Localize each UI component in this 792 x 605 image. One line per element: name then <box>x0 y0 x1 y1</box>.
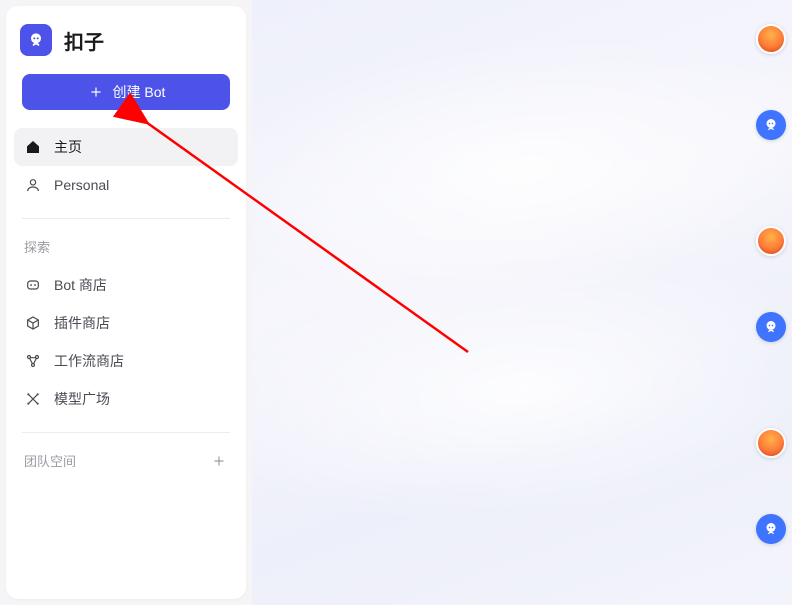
brand: 扣子 <box>14 18 238 74</box>
nav-item-label: 插件商店 <box>54 313 110 333</box>
right-dock <box>756 24 786 544</box>
model-plaza-icon <box>24 390 42 408</box>
dock-avatar-bot[interactable] <box>756 110 786 140</box>
nav-item-label: 主页 <box>54 137 82 157</box>
workflow-store-icon <box>24 352 42 370</box>
nav-primary: 主页 Personal <box>14 128 238 204</box>
plugin-store-icon <box>24 314 42 332</box>
dock-avatar-balloon[interactable] <box>756 428 786 458</box>
nav-item-plugin-store[interactable]: 插件商店 <box>14 304 238 342</box>
create-bot-label: 创建 Bot <box>113 82 166 102</box>
bot-store-icon <box>24 276 42 294</box>
create-bot-button[interactable]: 创建 Bot <box>22 74 230 110</box>
dock-avatar-balloon[interactable] <box>756 226 786 256</box>
team-space-row: 团队空间 <box>14 447 238 474</box>
sidebar: 扣子 创建 Bot 主页 Personal 探索 <box>6 6 246 599</box>
brand-name: 扣子 <box>64 26 104 55</box>
nav-item-label: 工作流商店 <box>54 351 124 371</box>
dock-avatar-balloon[interactable] <box>756 24 786 54</box>
plus-icon <box>87 83 105 101</box>
nav-item-personal[interactable]: Personal <box>14 166 238 204</box>
dock-avatar-bot[interactable] <box>756 312 786 342</box>
nav-item-model-plaza[interactable]: 模型广场 <box>14 380 238 418</box>
nav-item-label: Bot 商店 <box>54 275 107 295</box>
main-canvas <box>252 0 792 605</box>
brand-logo-icon <box>20 24 52 56</box>
nav-explore: Bot 商店 插件商店 工作流商店 模型广场 <box>14 266 238 418</box>
dock-avatar-bot[interactable] <box>756 514 786 544</box>
nav-item-label: Personal <box>54 177 109 193</box>
add-team-space-button[interactable] <box>210 452 228 470</box>
explore-section-title: 探索 <box>14 233 238 266</box>
divider <box>22 432 230 433</box>
divider <box>22 218 230 219</box>
home-icon <box>24 138 42 156</box>
nav-item-bot-store[interactable]: Bot 商店 <box>14 266 238 304</box>
nav-item-home[interactable]: 主页 <box>14 128 238 166</box>
nav-item-workflow-store[interactable]: 工作流商店 <box>14 342 238 380</box>
team-space-label: 团队空间 <box>24 451 76 470</box>
nav-item-label: 模型广场 <box>54 389 110 409</box>
user-icon <box>24 176 42 194</box>
